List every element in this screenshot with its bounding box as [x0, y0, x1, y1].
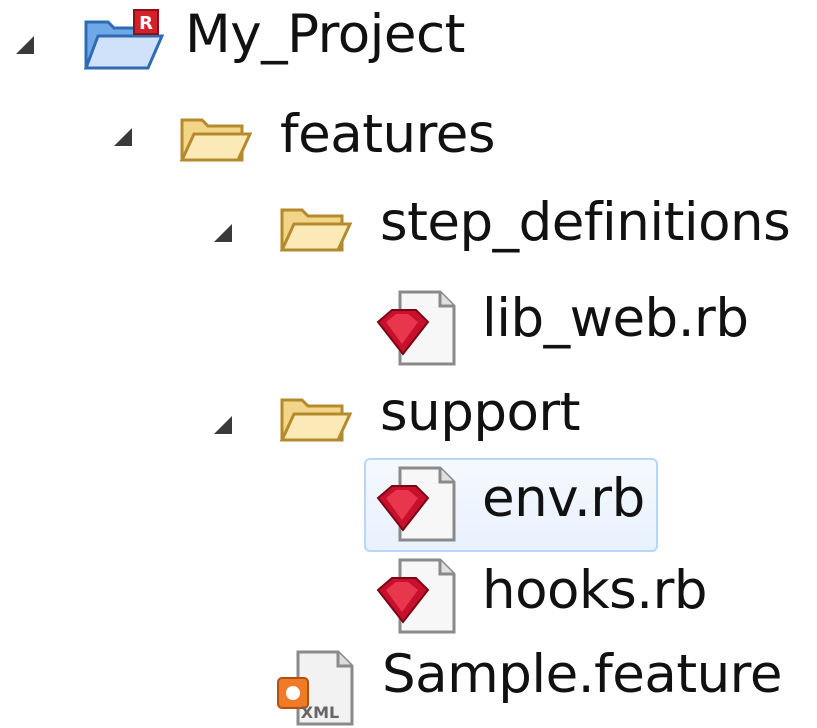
tree-item-label: env.rb	[482, 468, 645, 529]
svg-text:R: R	[139, 13, 153, 34]
ruby-file-icon	[376, 466, 456, 542]
tree-item-features[interactable]: features	[0, 92, 520, 182]
ruby-file-icon	[376, 558, 456, 634]
expanded-arrow-icon[interactable]	[210, 412, 236, 438]
expanded-arrow-icon[interactable]	[110, 124, 136, 150]
tree-item-lib-web-rb[interactable]: lib_web.rb	[360, 280, 780, 370]
tree-item-label: lib_web.rb	[482, 288, 749, 349]
tree-item-label: support	[380, 382, 581, 443]
folder-open-icon	[179, 118, 253, 162]
expanded-arrow-icon[interactable]	[210, 220, 236, 246]
folder-open-icon	[279, 398, 353, 442]
svg-text:XML: XML	[301, 703, 339, 722]
tree-item-step-definitions[interactable]: step_definitions	[0, 184, 817, 274]
tree-item-my-project[interactable]: R My_Project	[0, 0, 520, 90]
tree-item-label: Sample.feature	[382, 644, 782, 705]
tree-item-label: step_definitions	[380, 192, 791, 253]
feature-file-icon: XML	[277, 650, 354, 726]
project-explorer-tree: R My_Project features step_definitions l…	[0, 0, 817, 726]
tree-item-label: hooks.rb	[482, 560, 708, 621]
tree-item-sample-feature[interactable]: XML Sample.feature	[260, 636, 817, 726]
tree-item-label: features	[280, 104, 495, 165]
folder-open-icon	[279, 208, 353, 252]
ruby-file-icon	[376, 290, 456, 366]
tree-item-support[interactable]: support	[0, 372, 620, 462]
tree-item-label: My_Project	[185, 4, 465, 65]
tree-item-hooks-rb[interactable]: hooks.rb	[360, 552, 760, 642]
ruby-project-folder-icon: R	[83, 9, 164, 70]
tree-item-env-rb[interactable]: env.rb	[360, 462, 660, 552]
expanded-arrow-icon[interactable]	[12, 32, 38, 58]
